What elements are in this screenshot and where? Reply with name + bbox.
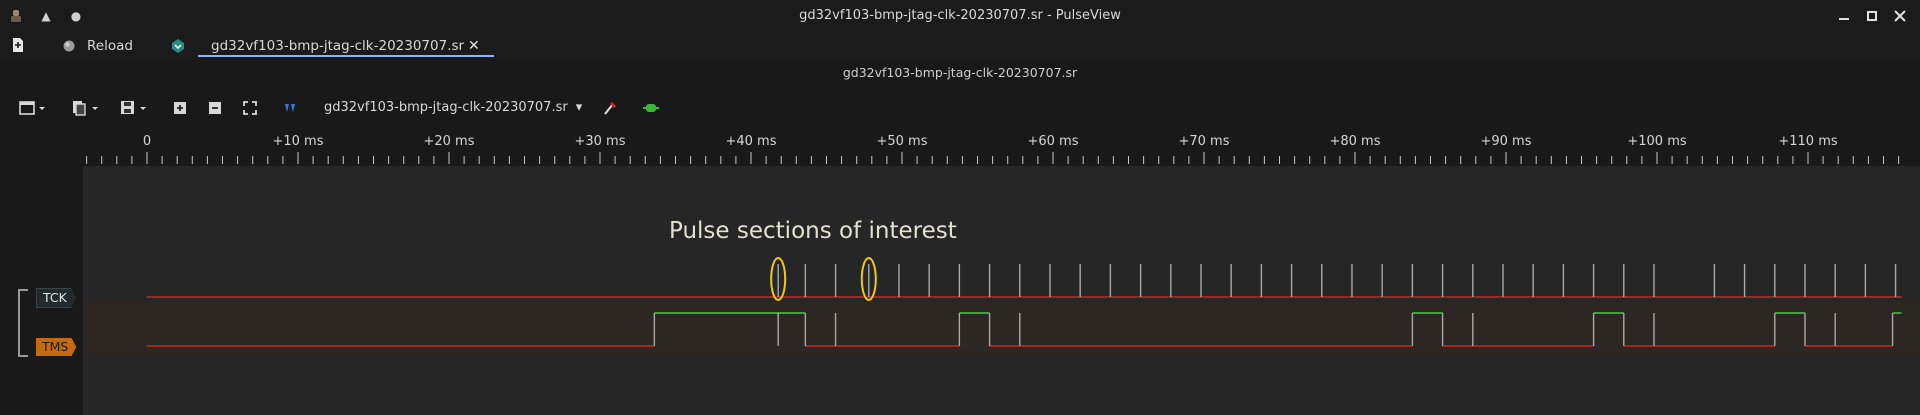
channel-group-bracket[interactable] <box>18 289 28 357</box>
trace-canvas <box>86 152 1902 347</box>
channel-label-tck[interactable]: TCK <box>36 288 76 308</box>
annotation-text: Pulse sections of interest <box>669 218 957 244</box>
channel-label-tms[interactable]: TMS <box>36 338 77 356</box>
